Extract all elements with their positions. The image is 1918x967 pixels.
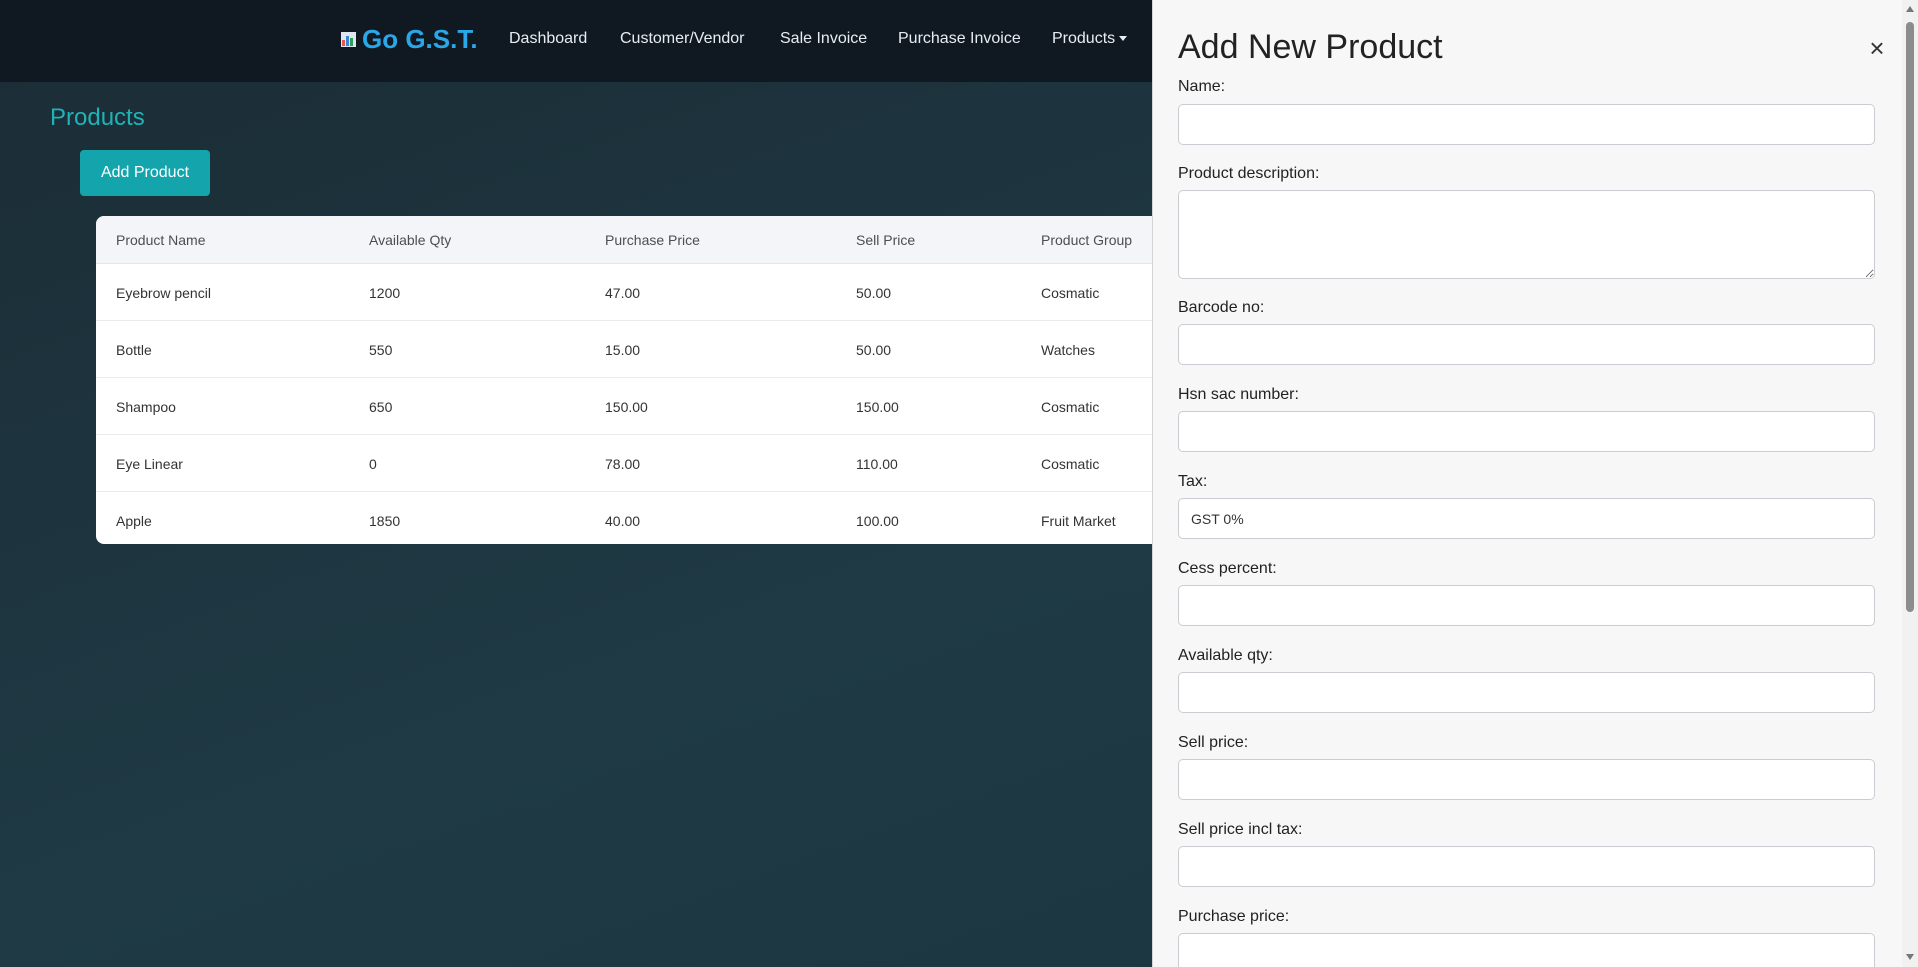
sell-price-incl-tax-label: Sell price incl tax: (1178, 821, 1303, 838)
nav-link-dashboard[interactable]: Dashboard (509, 30, 587, 48)
scroll-down-icon[interactable] (1906, 954, 1914, 960)
cell-product-group: Watches (1041, 342, 1095, 358)
name-label: Name: (1178, 78, 1226, 95)
cell-available-qty: 1200 (369, 285, 401, 301)
scroll-up-icon[interactable] (1906, 6, 1914, 12)
sell-price-label: Sell price: (1178, 734, 1249, 751)
column-header-product-name[interactable]: Product Name (116, 232, 205, 248)
table-row[interactable]: Shampoo 650 150.00 150.00 Cosmatic (96, 378, 1176, 435)
cell-sell-price: 50.00 (856, 342, 892, 358)
column-header-sell-price[interactable]: Sell Price (856, 232, 915, 248)
nav-link-customer-vendor[interactable]: Customer/Vendor (620, 30, 745, 48)
sell-price-field[interactable] (1178, 759, 1875, 800)
cell-sell-price: 100.00 (856, 513, 899, 529)
cell-sell-price: 50.00 (856, 285, 892, 301)
cess-label: Cess percent: (1178, 560, 1277, 577)
nav-link-purchase-invoice[interactable]: Purchase Invoice (898, 30, 1021, 48)
purchase-price-label: Purchase price: (1178, 908, 1290, 925)
cell-product-group: Cosmatic (1041, 399, 1100, 415)
qty-label: Available qty: (1178, 647, 1273, 664)
nav-link-sale-invoice[interactable]: Sale Invoice (780, 30, 867, 48)
cell-purchase-price: 150.00 (605, 399, 648, 415)
cell-available-qty: 550 (369, 342, 393, 358)
cell-product-name: Shampoo (116, 399, 176, 415)
scroll-thumb[interactable] (1906, 22, 1914, 612)
cell-available-qty: 0 (369, 456, 377, 472)
table-row[interactable]: Eyebrow pencil 1200 47.00 50.00 Cosmatic (96, 264, 1176, 321)
cell-product-name: Bottle (116, 342, 152, 358)
cell-product-name: Eyebrow pencil (116, 285, 211, 301)
cell-purchase-price: 40.00 (605, 513, 641, 529)
sell-price-incl-tax-field[interactable] (1178, 846, 1875, 887)
hsn-field[interactable] (1178, 411, 1875, 452)
panel-title: Add New Product (1178, 28, 1443, 66)
nav-dropdown-products[interactable]: Products (1052, 30, 1128, 48)
add-product-button[interactable]: Add Product (80, 150, 210, 196)
column-header-purchase-price[interactable]: Purchase Price (605, 232, 700, 248)
cell-available-qty: 650 (369, 399, 393, 415)
column-header-available-qty[interactable]: Available Qty (369, 232, 451, 248)
tax-label: Tax: (1178, 473, 1208, 490)
cell-purchase-price: 47.00 (605, 285, 641, 301)
barcode-field[interactable] (1178, 324, 1875, 365)
add-product-panel: Add New Product × Name: Product descript… (1152, 0, 1918, 967)
nav-link-products: Products (1052, 30, 1116, 47)
qty-field[interactable] (1178, 672, 1875, 713)
table-row[interactable]: Apple 1850 40.00 100.00 Fruit Market (96, 492, 1176, 544)
column-header-product-group[interactable]: Product Group (1041, 232, 1132, 248)
brand-name: Go G.S.T. (362, 24, 478, 54)
hsn-label: Hsn sac number: (1178, 386, 1299, 403)
cell-sell-price: 110.00 (856, 456, 898, 472)
description-label: Product description: (1178, 165, 1320, 182)
cell-product-name: Apple (116, 513, 152, 529)
table-row[interactable]: Bottle 550 15.00 50.00 Watches (96, 321, 1176, 378)
panel-scrollbar[interactable] (1902, 0, 1918, 967)
cell-product-group: Fruit Market (1041, 513, 1116, 529)
cell-purchase-price: 78.00 (605, 456, 641, 472)
chart-icon (341, 32, 356, 47)
cell-product-name: Eye Linear (116, 456, 183, 472)
purchase-price-field[interactable] (1178, 933, 1875, 967)
table-row[interactable]: Eye Linear 0 78.00 110.00 Cosmatic (96, 435, 1176, 492)
cell-sell-price: 150.00 (856, 399, 899, 415)
cell-product-group: Cosmatic (1041, 285, 1100, 301)
description-field[interactable] (1178, 190, 1875, 279)
cell-product-group: Cosmatic (1041, 456, 1100, 472)
tax-field[interactable] (1178, 498, 1875, 539)
barcode-label: Barcode no: (1178, 299, 1265, 316)
brand-logo[interactable]: Go G.S.T. (341, 24, 478, 55)
products-table: Product Name Available Qty Purchase Pric… (96, 216, 1176, 544)
name-field[interactable] (1178, 104, 1875, 145)
page-title: Products (50, 104, 145, 131)
cell-purchase-price: 15.00 (605, 342, 641, 358)
caret-down-icon (1119, 36, 1128, 42)
table-header: Product Name Available Qty Purchase Pric… (96, 216, 1176, 264)
cess-field[interactable] (1178, 585, 1875, 626)
close-icon[interactable]: × (1865, 35, 1889, 61)
cell-available-qty: 1850 (369, 513, 401, 529)
